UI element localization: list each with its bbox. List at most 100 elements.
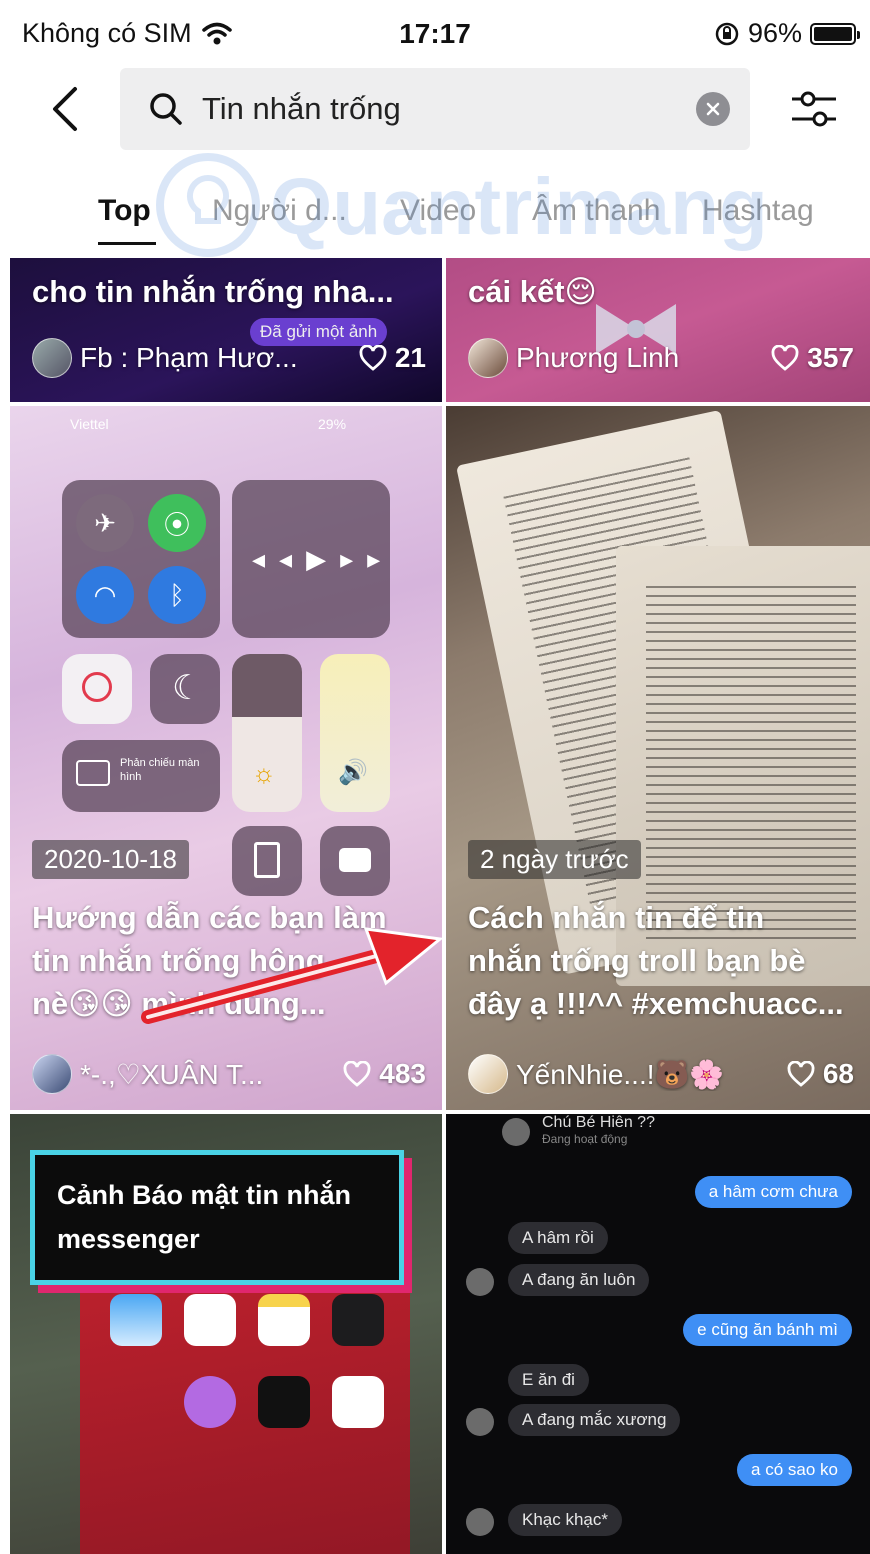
avatar: [32, 1054, 72, 1094]
caption-line: Hướng dẫn các bạn làm: [32, 900, 387, 935]
chat-message: Khạc khạc*: [508, 1504, 622, 1536]
media-controls-icon: ◂◂▶▸▸: [252, 544, 395, 574]
weather-app-icon: [110, 1294, 162, 1346]
chat-message: A đang mắc xương: [508, 1404, 681, 1436]
health-app-icon: [332, 1376, 384, 1428]
like-count-value: 68: [822, 1058, 854, 1089]
search-icon: [150, 93, 182, 125]
battery-percent: 96%: [747, 18, 802, 48]
caption-line: nè😘😘 mình dùng...: [32, 986, 326, 1021]
overlay-line: Cảnh Báo mật tin nhắn: [57, 1180, 352, 1210]
chat-message: E ăn đi: [508, 1364, 589, 1396]
chat-message: a có sao ko: [737, 1454, 852, 1486]
video-results-grid: Đã gửi một ảnh cho tin nhắn trống nha...…: [10, 258, 870, 1554]
author-name: *-.,♡XUÂN T...: [80, 1058, 264, 1090]
video-card[interactable]: cái kết😌 Phương Linh 357: [446, 258, 870, 402]
video-card[interactable]: Đã gửi một ảnh cho tin nhắn trống nha...…: [10, 258, 442, 402]
like-count: 483: [343, 1058, 426, 1090]
tab-hashtag[interactable]: Hashtag: [702, 194, 814, 228]
chat-avatar: [466, 1408, 494, 1436]
video-caption: cho tin nhắn trống nha...: [32, 274, 394, 309]
result-tabs: Top Người d... Video Âm thanh Hashtag: [0, 172, 870, 248]
tab-sounds[interactable]: Âm thanh: [532, 194, 660, 228]
video-meta: YếnNhie...!🐻🌸 68: [468, 1054, 854, 1094]
author-name: YếnNhie...!🐻🌸: [516, 1058, 725, 1090]
video-caption: Cách nhắn tin để tin nhắn trống troll bạ…: [468, 896, 852, 1025]
filter-sliders-icon: [792, 91, 836, 127]
overlay-line: messenger: [57, 1224, 200, 1254]
chat-message: e cũng ăn bánh mì: [683, 1314, 852, 1346]
phone-carrier: Viettel: [70, 416, 109, 432]
moon-icon: ☾: [172, 669, 203, 707]
video-card[interactable]: Viettel 29% ✈ ⦿ ◠ ᛒ ◂◂▶▸▸ ☾ ☼ 🔊 Phản chi…: [10, 406, 442, 1110]
clear-icon: [706, 102, 720, 116]
do-not-disturb-tile: ☾: [150, 654, 220, 724]
filter-button[interactable]: [786, 84, 842, 134]
video-meta: Fb : Phạm Hươ... 21: [32, 338, 426, 378]
video-date: 2 ngày trước: [468, 840, 641, 879]
video-meta: Phương Linh 357: [468, 338, 854, 378]
battery-icon: [810, 22, 860, 45]
author-name: Fb : Phạm Hươ...: [80, 342, 298, 373]
camera-icon: [339, 848, 371, 872]
caption-line: nhắn trống troll bạn bè: [468, 943, 806, 978]
volume-icon: 🔊: [338, 759, 368, 786]
video-meta: *-.,♡XUÂN T... 483: [32, 1054, 426, 1094]
caption-line: Cách nhắn tin để tin: [468, 900, 765, 935]
video-card[interactable]: 2 ngày trước Cách nhắn tin để tin nhắn t…: [446, 406, 870, 1110]
rotation-lock-icon: [82, 672, 112, 702]
heart-icon: [771, 345, 799, 371]
notes-app-icon: [258, 1294, 310, 1346]
clear-search-button[interactable]: [696, 92, 730, 126]
chat-avatar: [466, 1268, 494, 1296]
rotation-lock-tile: [62, 654, 132, 724]
video-overlay-title: Cảnh Báo mật tin nhắn messenger: [30, 1150, 404, 1285]
video-card[interactable]: Chú Bé Hiên ?? Đang hoạt động a hâm cơm …: [446, 1114, 870, 1554]
chat-contact-avatar: [502, 1118, 530, 1146]
search-box[interactable]: [120, 68, 750, 150]
bluetooth-icon: ᛒ: [148, 566, 206, 624]
tab-video[interactable]: Video: [400, 194, 476, 228]
avatar: [32, 338, 72, 378]
chat-message: a hâm cơm chưa: [694, 1176, 852, 1208]
status-right: 96%: [714, 18, 860, 49]
video-caption: cái kết😌: [468, 274, 597, 309]
avatar: [468, 338, 508, 378]
search-input[interactable]: [202, 91, 696, 127]
phone-battery: 29%: [318, 416, 347, 432]
calculator-tile: [232, 826, 302, 896]
screen-mirroring-tile: Phản chiếu màn hình: [62, 740, 220, 812]
like-count: 21: [359, 342, 426, 374]
avatar: [468, 1054, 508, 1094]
rotation-lock-icon: [715, 22, 739, 45]
active-tab-indicator: [98, 242, 156, 245]
video-caption: Hướng dẫn các bạn làm tin nhắn trống hôn…: [32, 896, 424, 1025]
reminders-app-icon: [184, 1294, 236, 1346]
tv-app-icon: [258, 1376, 310, 1428]
chevron-left-icon: [53, 87, 77, 131]
caption-line: đây ạ !!!^^ #xemchuacc...: [468, 986, 844, 1021]
heart-icon: [343, 1061, 371, 1087]
tab-users[interactable]: Người d...: [212, 194, 347, 228]
chat-message: A hâm rồi: [508, 1222, 608, 1254]
video-date: 2020-10-18: [32, 840, 189, 879]
like-count-value: 21: [394, 342, 426, 373]
cellular-icon: ⦿: [148, 494, 206, 552]
volume-slider: 🔊: [320, 654, 390, 812]
heart-icon: [787, 1061, 815, 1087]
back-button[interactable]: [40, 84, 90, 134]
airplane-icon: ✈: [76, 494, 134, 552]
screen-mirroring-label: Phản chiếu màn hình: [120, 757, 200, 783]
wifi-toggle-icon: ◠: [76, 566, 134, 624]
chat-contact-name: Chú Bé Hiên ??: [542, 1114, 655, 1131]
search-header: [0, 66, 870, 156]
page-text: [646, 586, 856, 946]
podcasts-app-icon: [184, 1376, 236, 1428]
like-count: 357: [771, 342, 854, 374]
camera-tile: [320, 826, 390, 896]
status-bar: Không có SIM 17:17 96%: [0, 0, 870, 66]
screen-mirroring-icon: [76, 760, 110, 786]
calculator-icon: [254, 842, 280, 878]
tab-top[interactable]: Top: [98, 194, 151, 228]
media-panel: ◂◂▶▸▸: [232, 480, 390, 638]
